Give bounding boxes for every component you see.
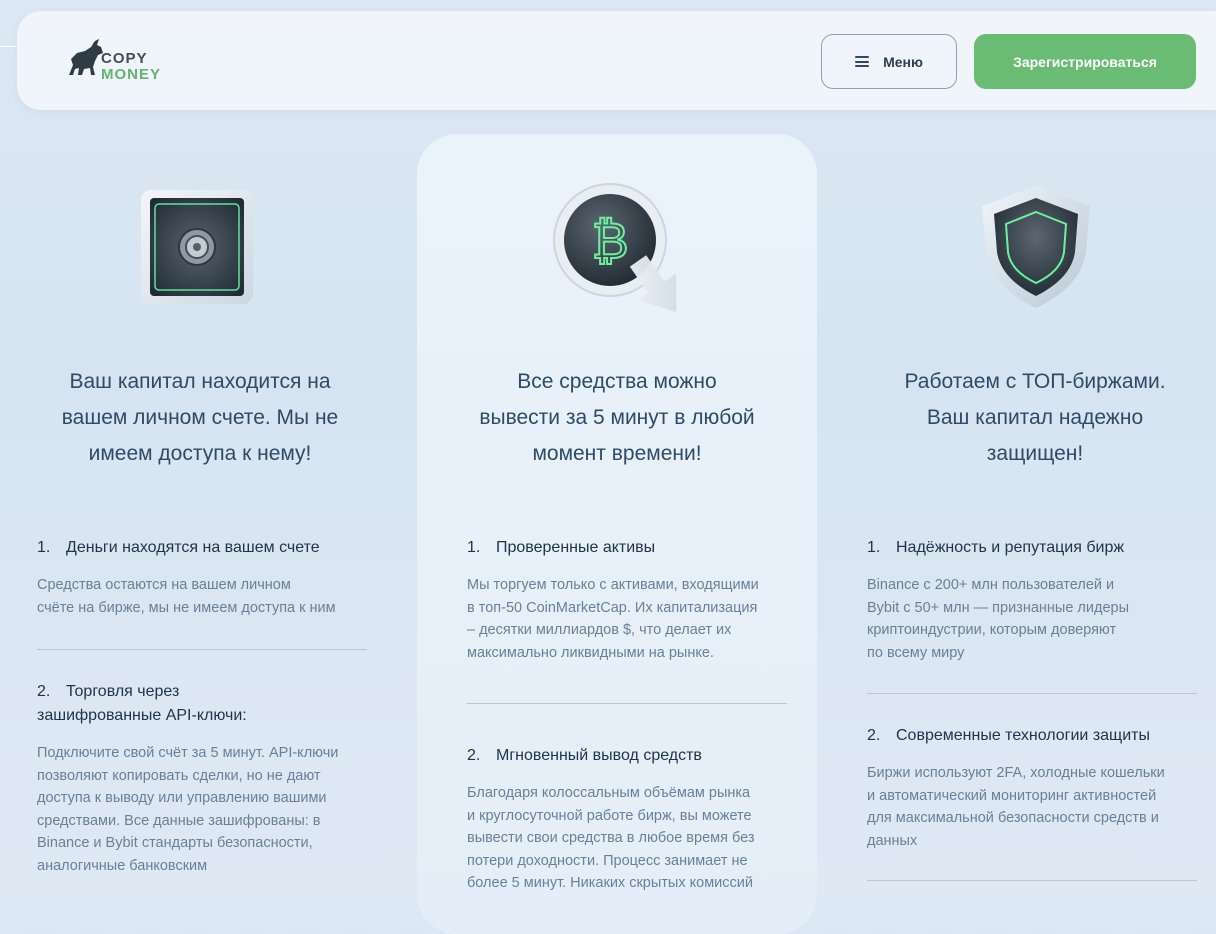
list-item-title: 1. Проверенные активы (467, 539, 656, 556)
feature-title: Работаем с ТОП-биржами. Ваш капитал наде… (904, 370, 1166, 465)
bitcoin-withdraw-icon: ₿ (548, 180, 718, 354)
list-item-title: 2. Мгновенный вывод средств (467, 747, 702, 764)
divider (467, 703, 787, 704)
safe-icon (135, 184, 263, 316)
list-item-text: Binance с 200+ млн пользователей и Bybit… (867, 577, 1129, 661)
menu-label: Меню (883, 53, 923, 70)
list-item-text: Благодаря колоссальным объёмам рынка и к… (467, 785, 755, 891)
list-item-text: Средства остаются на вашем личном счёте … (37, 577, 336, 616)
feature-title: Ваш капитал находится на вашем личном сч… (61, 370, 339, 465)
list-item-title: 1. Деньги находятся на вашем счете (37, 539, 320, 556)
shield-icon (972, 182, 1100, 316)
register-button[interactable]: Зарегистрироваться (974, 34, 1196, 89)
divider (37, 649, 367, 650)
hamburger-icon (855, 56, 870, 67)
list-item-text: Мы торгуем только с активами, входящими … (467, 577, 759, 661)
menu-button[interactable]: Меню (821, 34, 957, 89)
divider (867, 693, 1197, 694)
list-item-title: 2. Современные технологии защиты (867, 727, 1150, 744)
svg-text:₿: ₿ (591, 212, 628, 270)
logo[interactable]: COPY MONEY (65, 33, 175, 89)
logo-text-money: MONEY (101, 66, 162, 83)
list-item-title: 2. Торговля через зашифрованные API-ключи… (37, 683, 247, 724)
site-header: COPY MONEY Меню Зарегистрироваться (17, 11, 1216, 110)
logo-text-copy: COPY (101, 50, 148, 67)
list-item-text: Подключите свой счёт за 5 минут. API-клю… (37, 745, 339, 874)
feature-title: Все средства можно вывести за 5 минут в … (479, 370, 755, 465)
divider (867, 880, 1197, 881)
list-item-title: 1. Надёжность и репутация бирж (867, 539, 1125, 556)
list-item-text: Биржи используют 2FA, холодные кошельки … (867, 765, 1165, 849)
bull-logo-icon (69, 39, 103, 75)
